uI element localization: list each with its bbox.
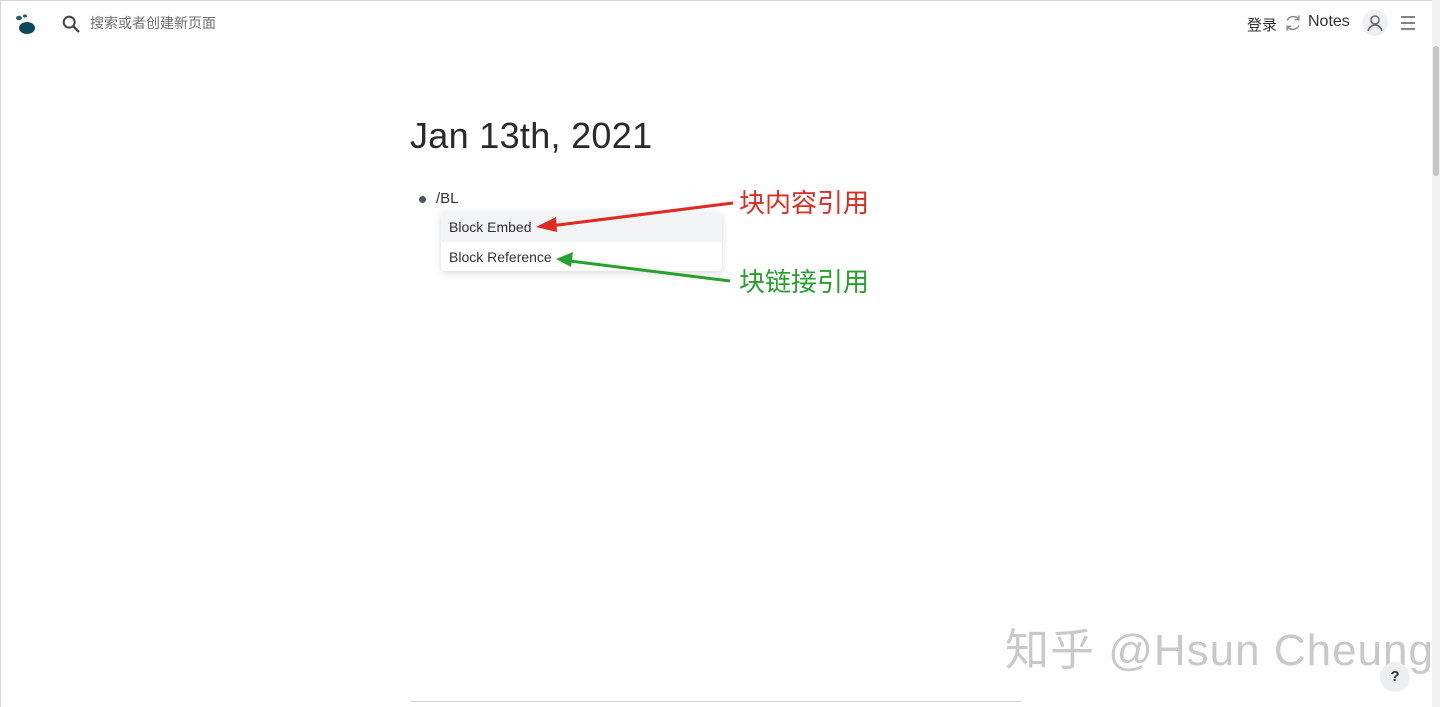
- header-bar: 登录 Notes: [0, 0, 1432, 46]
- reference-annotation: 块链接引用: [739, 267, 870, 297]
- watermark: 知乎 @Hsun Cheung: [1005, 626, 1434, 675]
- scrollbar-thumb[interactable]: [1433, 46, 1439, 176]
- divider: [410, 701, 1022, 702]
- menu-icon[interactable]: [1400, 15, 1416, 31]
- avatar-icon: [1367, 15, 1383, 32]
- block-bullet[interactable]: [419, 196, 426, 203]
- search-input[interactable]: [90, 12, 390, 34]
- page-title[interactable]: Jan 13th, 2021: [410, 115, 652, 157]
- search-icon[interactable]: [60, 13, 82, 35]
- embed-annotation: 块内容引用: [739, 188, 870, 218]
- app-window: [0, 0, 1432, 707]
- help-button[interactable]: ?: [1380, 662, 1410, 692]
- autocomplete-item-block-reference[interactable]: Block Reference: [441, 242, 722, 271]
- avatar[interactable]: [1362, 10, 1388, 36]
- repo-name[interactable]: Notes: [1308, 13, 1350, 31]
- logseq-logo-icon[interactable]: [14, 12, 38, 36]
- autocomplete-item-block-embed[interactable]: Block Embed: [441, 212, 722, 242]
- login-button[interactable]: 登录: [1247, 14, 1277, 35]
- sync-icon[interactable]: [1283, 13, 1303, 33]
- autocomplete-popup: Block Embed Block Reference: [441, 212, 722, 271]
- block-editor[interactable]: /BL: [436, 190, 459, 207]
